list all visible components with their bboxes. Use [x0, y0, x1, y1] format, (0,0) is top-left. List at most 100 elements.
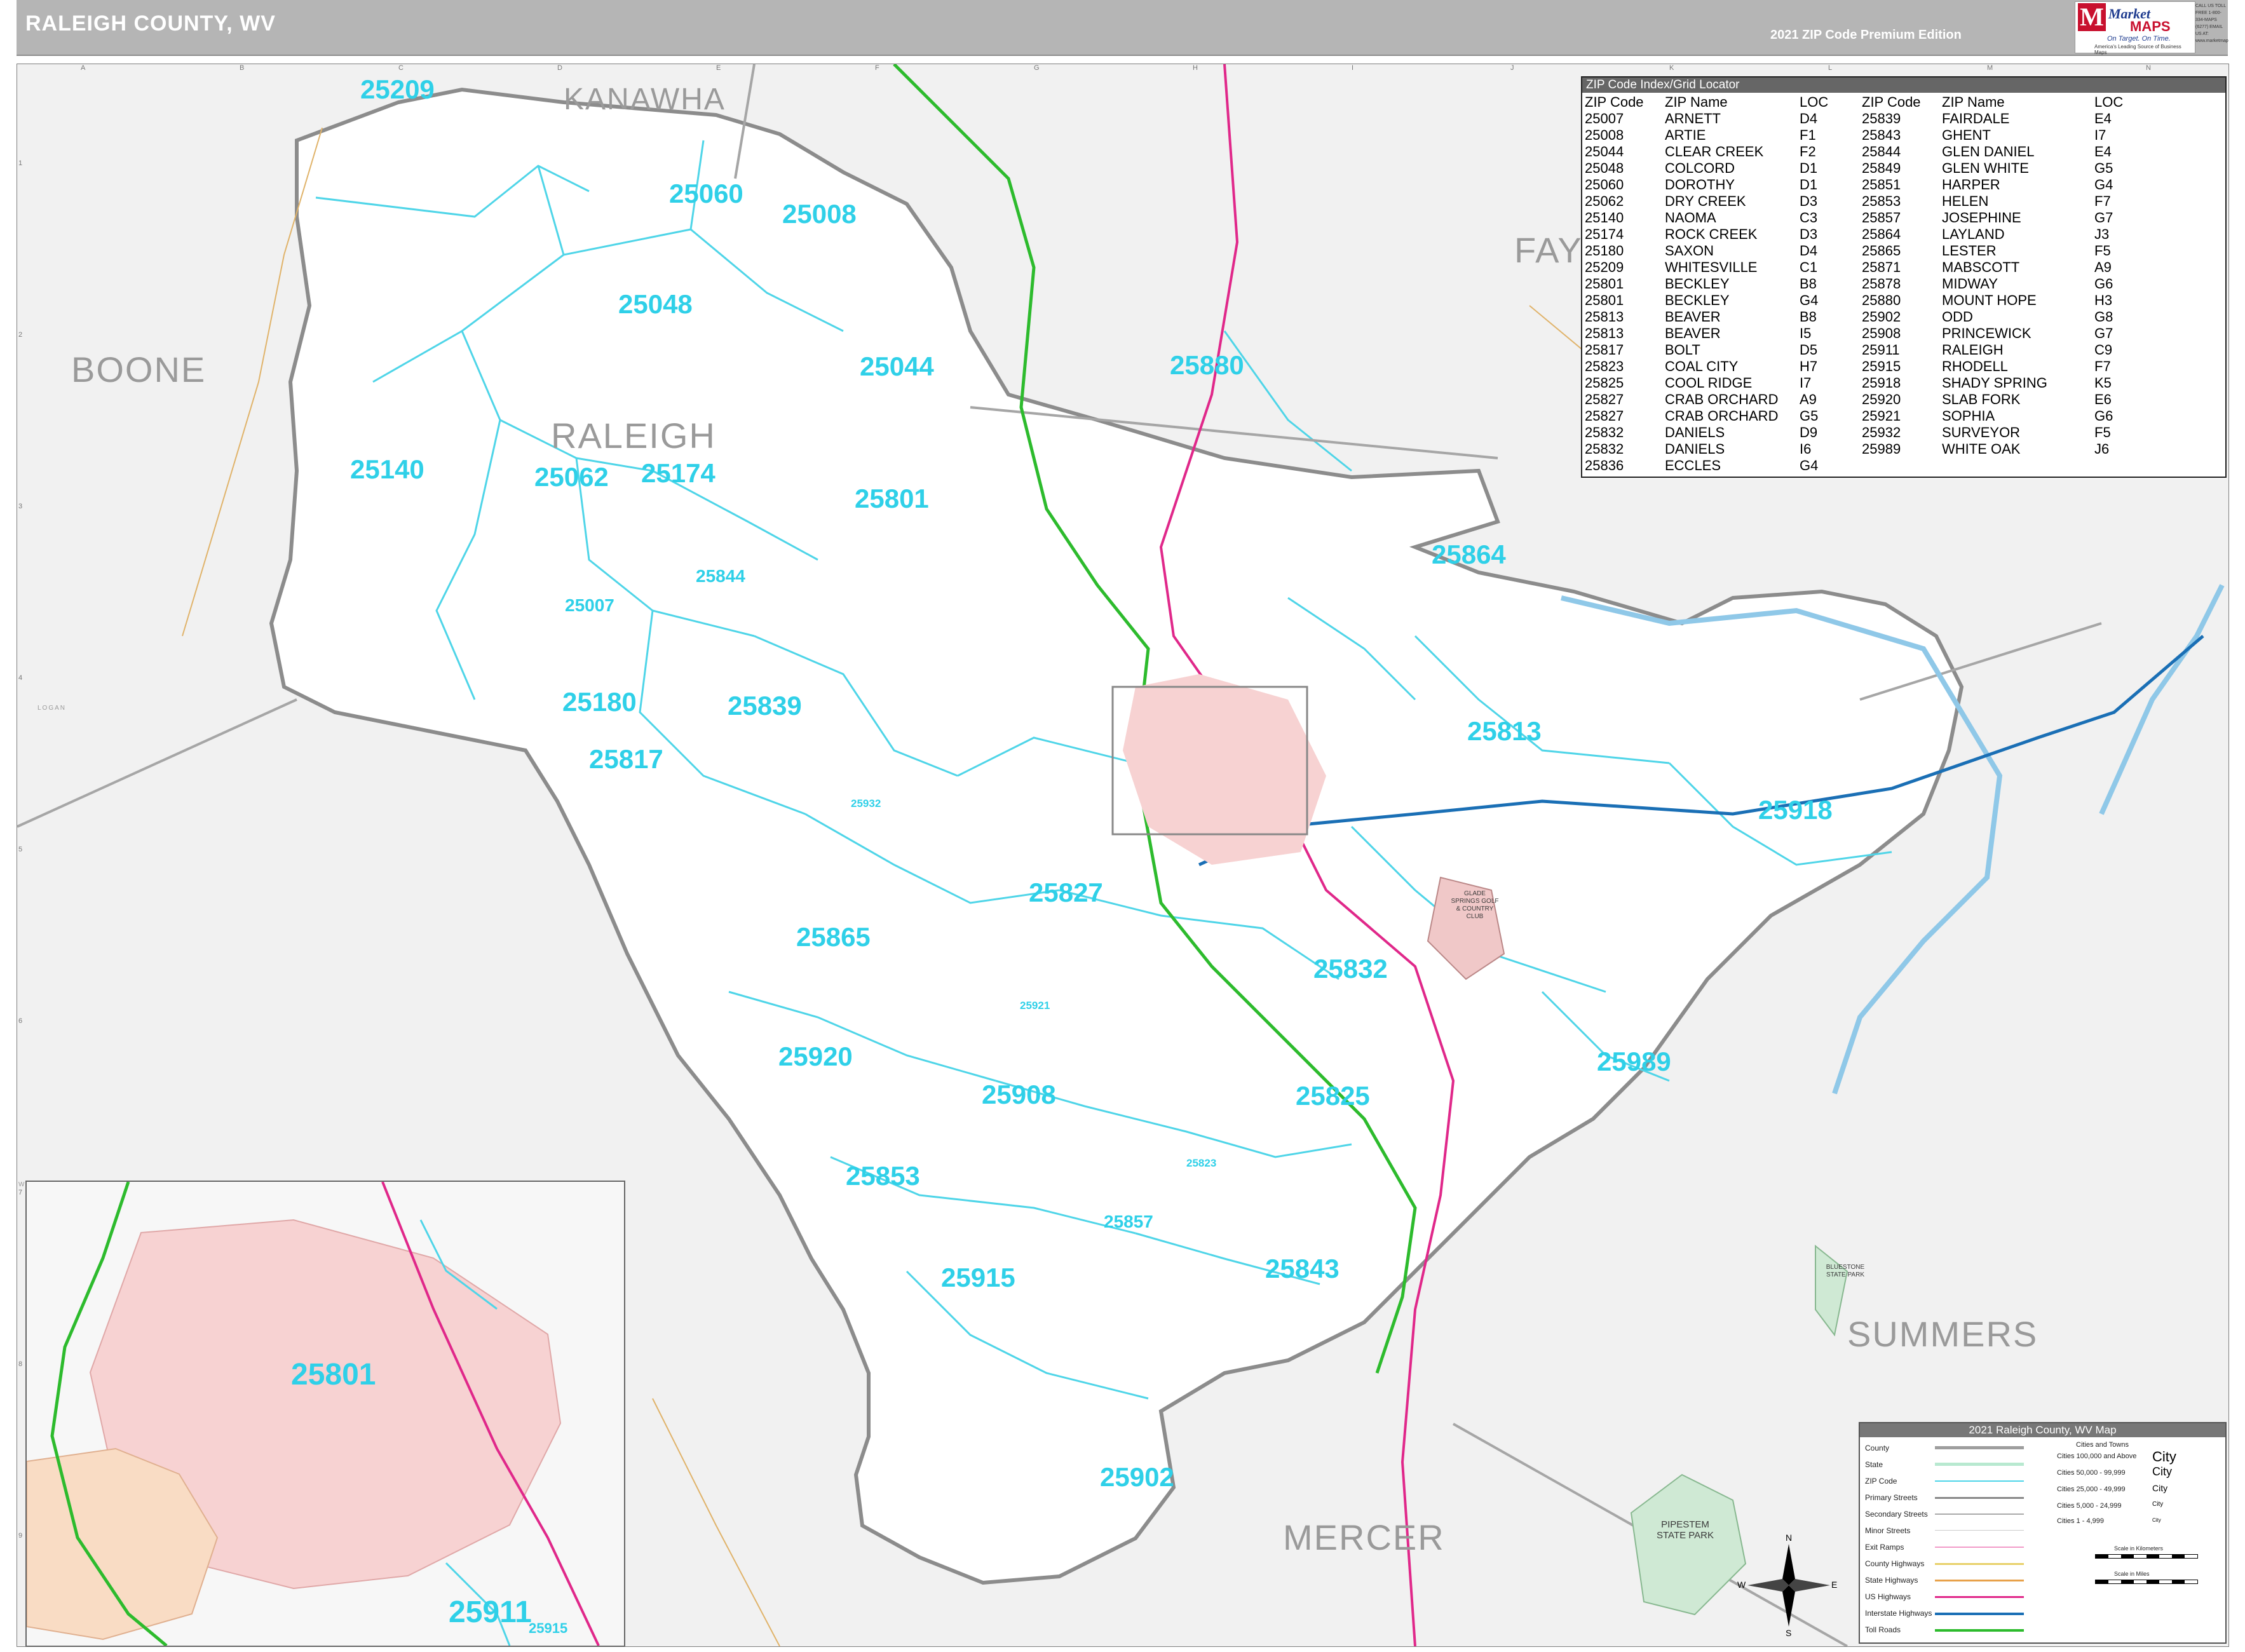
zip-index-cell: C1: [1800, 259, 1818, 275]
zip-label-25932[interactable]: 25932: [851, 797, 881, 810]
zip-index-cell: SOPHIA: [1942, 408, 1995, 424]
scale-bar-km: [2095, 1554, 2198, 1559]
zip-label-25865[interactable]: 25865: [796, 922, 871, 952]
zip-label-25853[interactable]: 25853: [846, 1161, 920, 1191]
zip-index-cell: COOL RIDGE: [1665, 375, 1753, 391]
zip-label-25918[interactable]: 25918: [1758, 795, 1833, 825]
zip-index-cell: LESTER: [1942, 243, 1997, 259]
zip-index-cell: 25044: [1585, 144, 1624, 159]
county-summers-label: SUMMERS: [1847, 1314, 2038, 1354]
inset-zip-25801[interactable]: 25801: [291, 1357, 376, 1392]
zip-index-col-zip-left: ZIP Code 25007 25008 25044 25048 25060 25062 2…: [1585, 94, 1644, 474]
zip-index-cell: 25851: [1862, 177, 1901, 193]
zip-label-25832[interactable]: 25832: [1313, 954, 1388, 984]
zip-index-cell: C9: [2094, 342, 2113, 358]
legend-city-row-3: Cities 25,000 - 49,999: [2057, 1486, 2126, 1493]
zip-index-cell: 25140: [1585, 210, 1624, 226]
grid-row-9: 9: [18, 1532, 23, 1540]
zip-index-cell: D3: [1800, 226, 1818, 242]
legend-swatch-state: [1935, 1463, 2024, 1466]
zip-label-25801[interactable]: 25801: [855, 484, 929, 514]
zip-label-25174[interactable]: 25174: [641, 458, 716, 489]
county-mercer-label: MERCER: [1283, 1517, 1445, 1557]
grid-col-k: K: [1669, 64, 1674, 72]
legend-scale-km: Scale in Kilometers: [2114, 1545, 2164, 1552]
zip-index-cell: D1: [1800, 160, 1818, 176]
zip-index-cell: 25878: [1862, 276, 1901, 292]
zip-label-25880[interactable]: 25880: [1170, 350, 1244, 381]
zip-label-25921[interactable]: 25921: [1020, 999, 1050, 1012]
zip-index-cell: MOUNT HOPE: [1942, 292, 2037, 308]
grid-col-m: M: [1987, 64, 1993, 72]
zip-index-cell: SURVEYOR: [1942, 424, 2021, 440]
title-bar: RALEIGH COUNTY, WV 2021 ZIP Code Premium…: [17, 0, 2228, 56]
zip-label-25920[interactable]: 25920: [778, 1041, 853, 1072]
legend-title: 2021 Raleigh County, WV Map: [1860, 1423, 2225, 1437]
grid-row-1: 1: [18, 159, 23, 167]
zip-label-25209[interactable]: 25209: [360, 74, 435, 105]
county-kanawha-label: KANAWHA: [564, 83, 726, 116]
legend-item-exit: Exit Ramps: [1865, 1543, 1904, 1552]
zip-index-cell: HARPER: [1942, 177, 2000, 193]
zip-label-25823[interactable]: 25823: [1186, 1157, 1216, 1170]
zip-label-25060[interactable]: 25060: [669, 179, 743, 209]
zip-label-25908[interactable]: 25908: [982, 1080, 1056, 1110]
zip-index-cell: 25864: [1862, 226, 1901, 242]
zip-index-cell: NAOMA: [1665, 210, 1716, 226]
zip-label-25844[interactable]: 25844: [696, 566, 745, 586]
zip-label-25813[interactable]: 25813: [1467, 716, 1542, 747]
zip-index-cell: K5: [2094, 375, 2112, 391]
zip-index-cell: 25832: [1585, 424, 1624, 440]
zip-index-header: ZIP Code: [1585, 94, 1644, 110]
zip-label-25817[interactable]: 25817: [589, 744, 663, 775]
zip-label-25008[interactable]: 25008: [782, 199, 857, 229]
zip-index-cell: 25801: [1585, 276, 1624, 292]
zip-label-25140[interactable]: 25140: [350, 454, 424, 485]
zip-index-cell: GLEN WHITE: [1942, 160, 2029, 176]
zip-index-cell: F7: [2094, 193, 2111, 209]
legend-city-row-5: Cities 1 - 4,999: [2057, 1517, 2104, 1525]
beckley-inset-map[interactable]: 25801 25911 25915: [25, 1181, 625, 1647]
legend-swatch-county: [1935, 1446, 2024, 1449]
scale-bar-mi: [2095, 1580, 2198, 1584]
zip-index-cell: D3: [1800, 193, 1818, 209]
legend-item-zip: ZIP Code: [1865, 1477, 1897, 1486]
zip-label-25989[interactable]: 25989: [1597, 1046, 1671, 1077]
zip-label-25839[interactable]: 25839: [728, 691, 802, 721]
zip-label-25007[interactable]: 25007: [565, 595, 614, 616]
zip-index-cell: 25853: [1862, 193, 1901, 209]
county-fayette-label: FAY: [1514, 230, 1583, 270]
zip-label-25864[interactable]: 25864: [1432, 539, 1506, 570]
zip-label-25827[interactable]: 25827: [1029, 877, 1103, 908]
zip-index-cell: ECCLES: [1665, 457, 1721, 473]
zip-label-25048[interactable]: 25048: [618, 289, 693, 320]
zip-index-cell: 25915: [1862, 358, 1901, 374]
zip-index-header: LOC: [1800, 94, 1829, 110]
zip-index-cell: 25932: [1862, 424, 1901, 440]
zip-label-25857[interactable]: 25857: [1104, 1212, 1153, 1232]
zip-label-25062[interactable]: 25062: [534, 462, 609, 492]
inset-zip-25915[interactable]: 25915: [529, 1620, 567, 1637]
zip-label-25044[interactable]: 25044: [860, 351, 934, 382]
legend-item-primary: Primary Streets: [1865, 1493, 1918, 1502]
zip-label-25915[interactable]: 25915: [941, 1263, 1015, 1293]
zip-index-cell: 25865: [1862, 243, 1901, 259]
zip-index-cell: GHENT: [1942, 127, 1991, 143]
zip-index-cell: 25007: [1585, 111, 1624, 126]
legend-item-toll: Toll Roads: [1865, 1625, 1901, 1634]
zip-index-cell: D4: [1800, 243, 1818, 259]
zip-label-25180[interactable]: 25180: [562, 687, 637, 717]
inset-zip-25911[interactable]: 25911: [449, 1595, 532, 1630]
zip-index-cell: G4: [2094, 177, 2113, 193]
zip-index-cell: H3: [2094, 292, 2113, 308]
zip-index-cell: BEAVER: [1665, 325, 1721, 341]
zip-label-25825[interactable]: 25825: [1296, 1081, 1370, 1111]
zip-label-25902[interactable]: 25902: [1100, 1462, 1174, 1493]
zip-index-cell: ARTIE: [1665, 127, 1706, 143]
zip-index-cell: D1: [1800, 177, 1818, 193]
zip-label-25843[interactable]: 25843: [1265, 1254, 1340, 1284]
zip-index-cell: I5: [1800, 325, 1812, 341]
legend-scale-mi: Scale in Miles: [2114, 1571, 2150, 1577]
legend-item-county: County: [1865, 1444, 1890, 1452]
zip-index-cell: 25813: [1585, 309, 1624, 325]
